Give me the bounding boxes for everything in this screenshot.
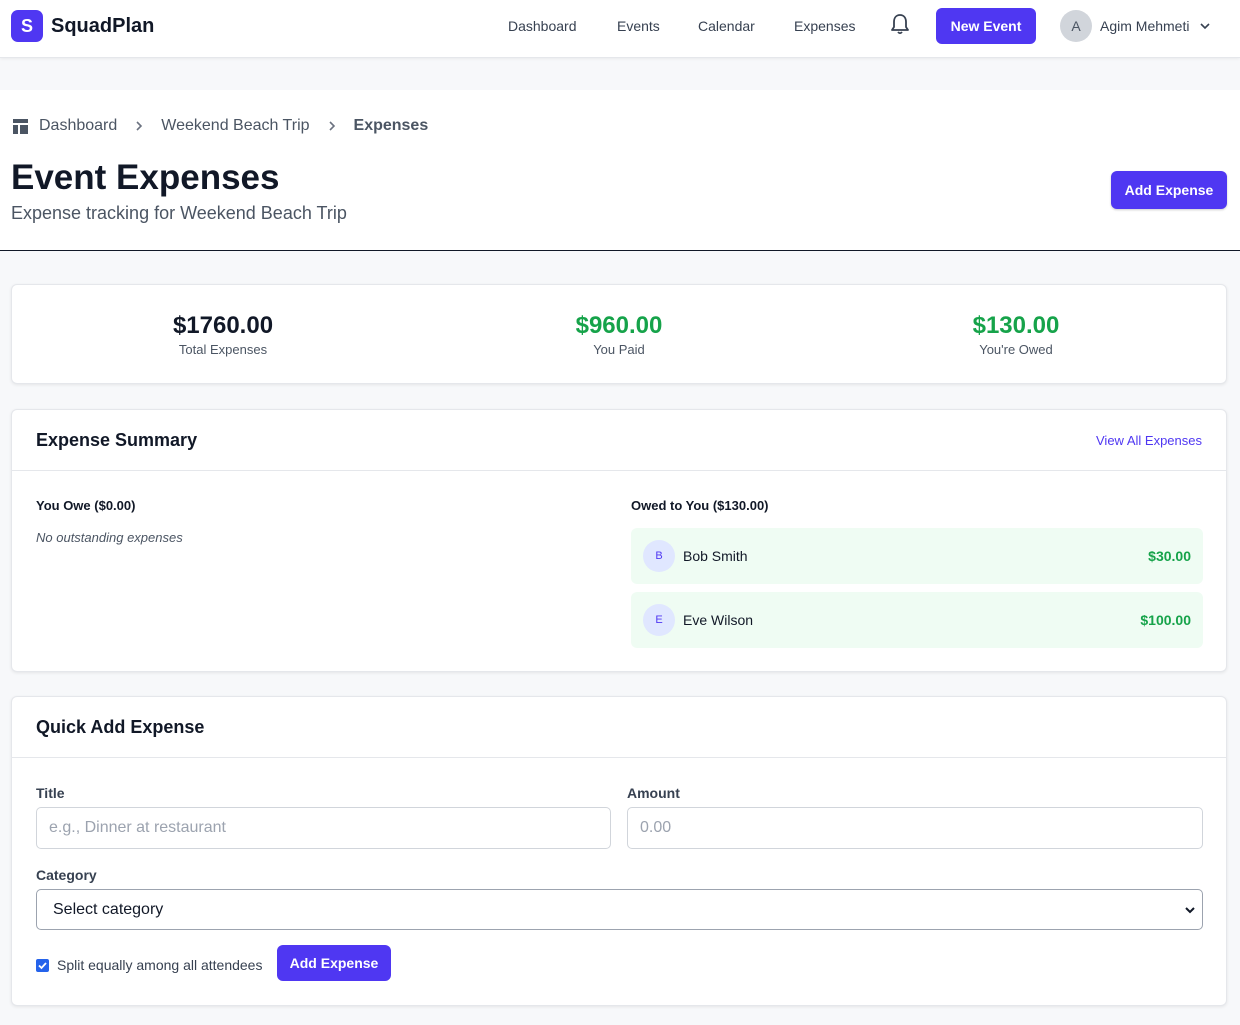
nav-calendar[interactable]: Calendar — [698, 18, 755, 34]
debtor-name: Bob Smith — [683, 548, 748, 564]
stat-label: Total Expenses — [178, 342, 268, 357]
page-subtitle: Expense tracking for Weekend Beach Trip — [11, 203, 347, 223]
expense-summary-card: Expense Summary View All Expenses You Ow… — [11, 409, 1227, 672]
avatar: A — [1060, 10, 1092, 42]
title-label: Title — [36, 785, 65, 801]
user-name: Agim Mehmeti — [1100, 18, 1190, 34]
chevron-down-icon — [1200, 23, 1211, 30]
top-nav: S SquadPlan Dashboard Events Calendar Ex… — [0, 0, 1240, 58]
brand[interactable]: S SquadPlan — [11, 10, 154, 42]
split-label[interactable]: Split equally among all attendees — [57, 957, 262, 973]
title-input[interactable] — [36, 807, 611, 849]
bell-icon[interactable] — [889, 12, 911, 36]
submit-expense-button[interactable]: Add Expense — [277, 945, 391, 981]
avatar: E — [643, 604, 675, 636]
breadcrumb: Dashboard Weekend Beach Trip Expenses — [13, 117, 428, 135]
stat-total: $1760.00 Total Expenses — [73, 312, 373, 357]
you-owe-title: You Owe ($0.00) — [36, 498, 136, 513]
owed-amount: $100.00 — [1140, 612, 1191, 628]
split-checkbox[interactable] — [36, 958, 49, 972]
chevron-right-icon — [328, 121, 335, 131]
split-option: Split equally among all attendees — [36, 957, 262, 973]
no-outstanding-text: No outstanding expenses — [36, 530, 183, 545]
list-item: E Eve Wilson $100.00 — [631, 592, 1203, 648]
owed-amount: $30.00 — [1148, 548, 1191, 564]
nav-expenses[interactable]: Expenses — [794, 18, 855, 34]
chevron-down-icon — [1185, 907, 1195, 914]
view-all-expenses-link[interactable]: View All Expenses — [1096, 433, 1202, 448]
add-expense-button[interactable]: Add Expense — [1111, 171, 1227, 209]
amount-label: Amount — [627, 785, 680, 801]
avatar: B — [643, 540, 675, 572]
stat-value: $1760.00 — [172, 312, 274, 339]
stat-youre-owed: $130.00 You're Owed — [866, 312, 1166, 357]
brand-logo: S — [11, 10, 43, 42]
breadcrumb-current: Expenses — [353, 117, 429, 134]
summary-title: Expense Summary — [36, 430, 198, 450]
nav-events[interactable]: Events — [617, 18, 660, 34]
breadcrumb-dashboard[interactable]: Dashboard — [39, 117, 117, 135]
chevron-right-icon — [136, 121, 143, 131]
debtor-name: Eve Wilson — [683, 612, 754, 628]
category-selected-value: Select category — [53, 901, 164, 918]
quick-add-card: Quick Add Expense Title Amount Category … — [11, 696, 1227, 1006]
page-header: Dashboard Weekend Beach Trip Expenses Ev… — [0, 90, 1240, 251]
stat-value: $960.00 — [575, 312, 663, 339]
list-item: B Bob Smith $30.00 — [631, 528, 1203, 584]
stat-you-paid: $960.00 You Paid — [469, 312, 769, 357]
brand-name: SquadPlan — [51, 14, 155, 37]
card-header: Expense Summary View All Expenses — [12, 410, 1226, 471]
stat-label: You Paid — [593, 342, 645, 357]
user-menu[interactable]: A Agim Mehmeti — [1060, 10, 1211, 42]
category-select[interactable]: Select category — [36, 889, 1203, 930]
breadcrumb-event[interactable]: Weekend Beach Trip — [161, 117, 309, 135]
amount-input[interactable] — [627, 807, 1203, 849]
card-header: Quick Add Expense — [12, 697, 1226, 758]
new-event-button[interactable]: New Event — [936, 8, 1036, 44]
owed-to-you-title: Owed to You ($130.00) — [631, 498, 769, 513]
stat-value: $130.00 — [972, 312, 1060, 339]
stats-card: $1760.00 Total Expenses $960.00 You Paid… — [11, 284, 1227, 384]
dashboard-icon — [13, 118, 28, 134]
category-label: Category — [36, 867, 97, 883]
page-title: Event Expenses — [11, 158, 280, 197]
quick-add-title: Quick Add Expense — [36, 717, 205, 737]
checkmark-icon — [38, 961, 47, 969]
nav-dashboard[interactable]: Dashboard — [508, 18, 577, 34]
stat-label: You're Owed — [979, 342, 1053, 357]
